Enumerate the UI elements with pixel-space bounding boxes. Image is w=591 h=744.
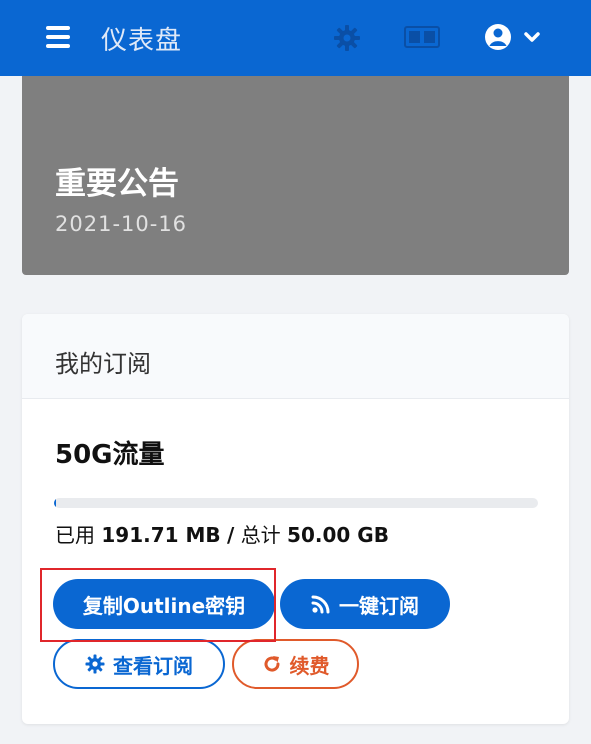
top-header: 仪表盘 xyxy=(0,0,591,76)
usage-used-value: 191.71 MB xyxy=(101,523,221,547)
usage-total-label: 总计 xyxy=(240,523,281,547)
view-subscription-button[interactable]: 查看订阅 xyxy=(53,639,225,689)
rss-icon xyxy=(311,594,331,614)
one-click-subscribe-label: 一键订阅 xyxy=(339,593,419,618)
usage-used-label: 已用 xyxy=(55,523,95,547)
renew-button[interactable]: 续费 xyxy=(232,639,359,689)
view-subscription-label: 查看订阅 xyxy=(113,653,193,678)
usage-text: 已用 191.71 MB / 总计 50.00 GB xyxy=(55,519,389,548)
gear-icon xyxy=(85,654,105,674)
copy-outline-key-button[interactable]: 复制Outline密钥 xyxy=(53,579,275,629)
announcement-title: 重要公告 xyxy=(55,166,179,202)
usage-progress-fill xyxy=(54,498,56,508)
language-icon[interactable] xyxy=(404,26,440,48)
plan-name: 50G流量 xyxy=(55,440,165,470)
card-header: 我的订阅 xyxy=(22,314,569,399)
page-title: 仪表盘 xyxy=(101,26,183,56)
user-menu[interactable] xyxy=(484,22,544,52)
announcement-banner[interactable]: 重要公告 2021-10-16 xyxy=(22,76,569,275)
usage-separator: / xyxy=(227,523,235,547)
renew-label: 续费 xyxy=(289,653,330,678)
card-title: 我的订阅 xyxy=(55,350,151,378)
one-click-subscribe-button[interactable]: 一键订阅 xyxy=(280,579,450,629)
copy-outline-key-label: 复制Outline密钥 xyxy=(82,593,246,618)
subscription-card: 我的订阅 50G流量 已用 191.71 MB / 总计 50.00 GB 复制… xyxy=(22,314,569,724)
announcement-date: 2021-10-16 xyxy=(55,212,188,236)
refresh-icon xyxy=(262,654,282,674)
chevron-down-icon xyxy=(524,32,540,42)
gear-icon[interactable] xyxy=(333,24,361,52)
menu-icon[interactable] xyxy=(46,26,70,48)
usage-progress-bar xyxy=(54,498,538,508)
usage-total-value: 50.00 GB xyxy=(287,523,389,547)
user-avatar-icon xyxy=(485,24,511,50)
